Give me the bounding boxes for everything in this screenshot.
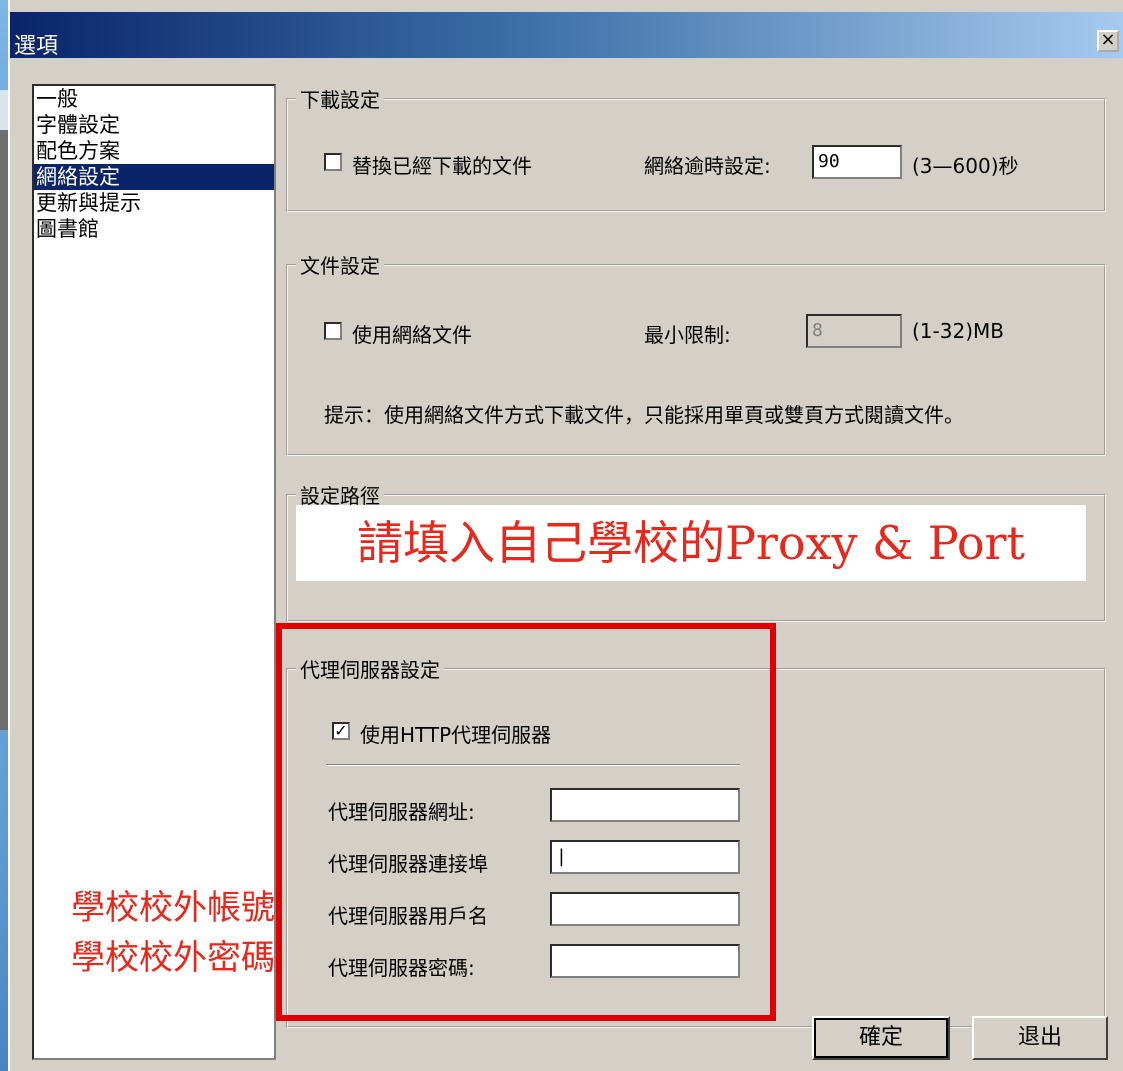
nav-item-color-scheme[interactable]: 配色方案 xyxy=(34,138,274,164)
min-limit-range: (1-32)MB xyxy=(912,319,1004,343)
file-settings-label: 文件設定 xyxy=(296,250,384,279)
nav-item-updates[interactable]: 更新與提示 xyxy=(34,190,274,216)
timeout-input[interactable]: 90 xyxy=(812,145,902,179)
timeout-label: 網絡逾時設定: xyxy=(644,154,771,178)
nav-item-network[interactable]: 網絡設定 xyxy=(34,164,274,190)
account-annotation: 學校校外帳號 xyxy=(71,888,275,928)
close-button[interactable]: × xyxy=(1097,30,1119,52)
use-network-file-label: 使用網絡文件 xyxy=(352,323,472,347)
nav-item-library[interactable]: 圖書館 xyxy=(34,216,274,242)
proxy-highlight-box xyxy=(276,623,776,1021)
timeout-range: (3—600)秒 xyxy=(912,154,1019,178)
proxy-port-annotation-banner: 請填入自己學校的Proxy & Port xyxy=(296,505,1086,581)
title-bar[interactable]: 選項 × xyxy=(10,12,1123,59)
min-limit-label: 最小限制: xyxy=(644,323,731,347)
replace-downloaded-checkbox[interactable] xyxy=(324,153,342,171)
ok-button[interactable]: 確定 xyxy=(812,1016,950,1060)
file-settings-group: 文件設定 使用網絡文件 最小限制: 8 (1-32)MB 提示：使用網絡文件方式… xyxy=(286,250,1106,456)
nav-item-font[interactable]: 字體設定 xyxy=(34,112,274,138)
network-file-hint: 提示：使用網絡文件方式下載文件，只能採用單頁或雙頁方式閱讀文件。 xyxy=(324,403,964,427)
download-settings-label: 下載設定 xyxy=(296,84,384,113)
replace-downloaded-label: 替換已經下載的文件 xyxy=(352,154,532,178)
download-settings-group: 下載設定 替換已經下載的文件 網絡逾時設定: 90 (3—600)秒 xyxy=(286,84,1106,212)
window-title: 選項 xyxy=(14,34,59,59)
nav-item-general[interactable]: 一般 xyxy=(34,86,274,112)
password-annotation: 學校校外密碼 xyxy=(71,938,275,978)
use-network-file-checkbox[interactable] xyxy=(324,322,342,340)
min-limit-input[interactable]: 8 xyxy=(806,314,902,348)
exit-button[interactable]: 退出 xyxy=(972,1016,1108,1060)
